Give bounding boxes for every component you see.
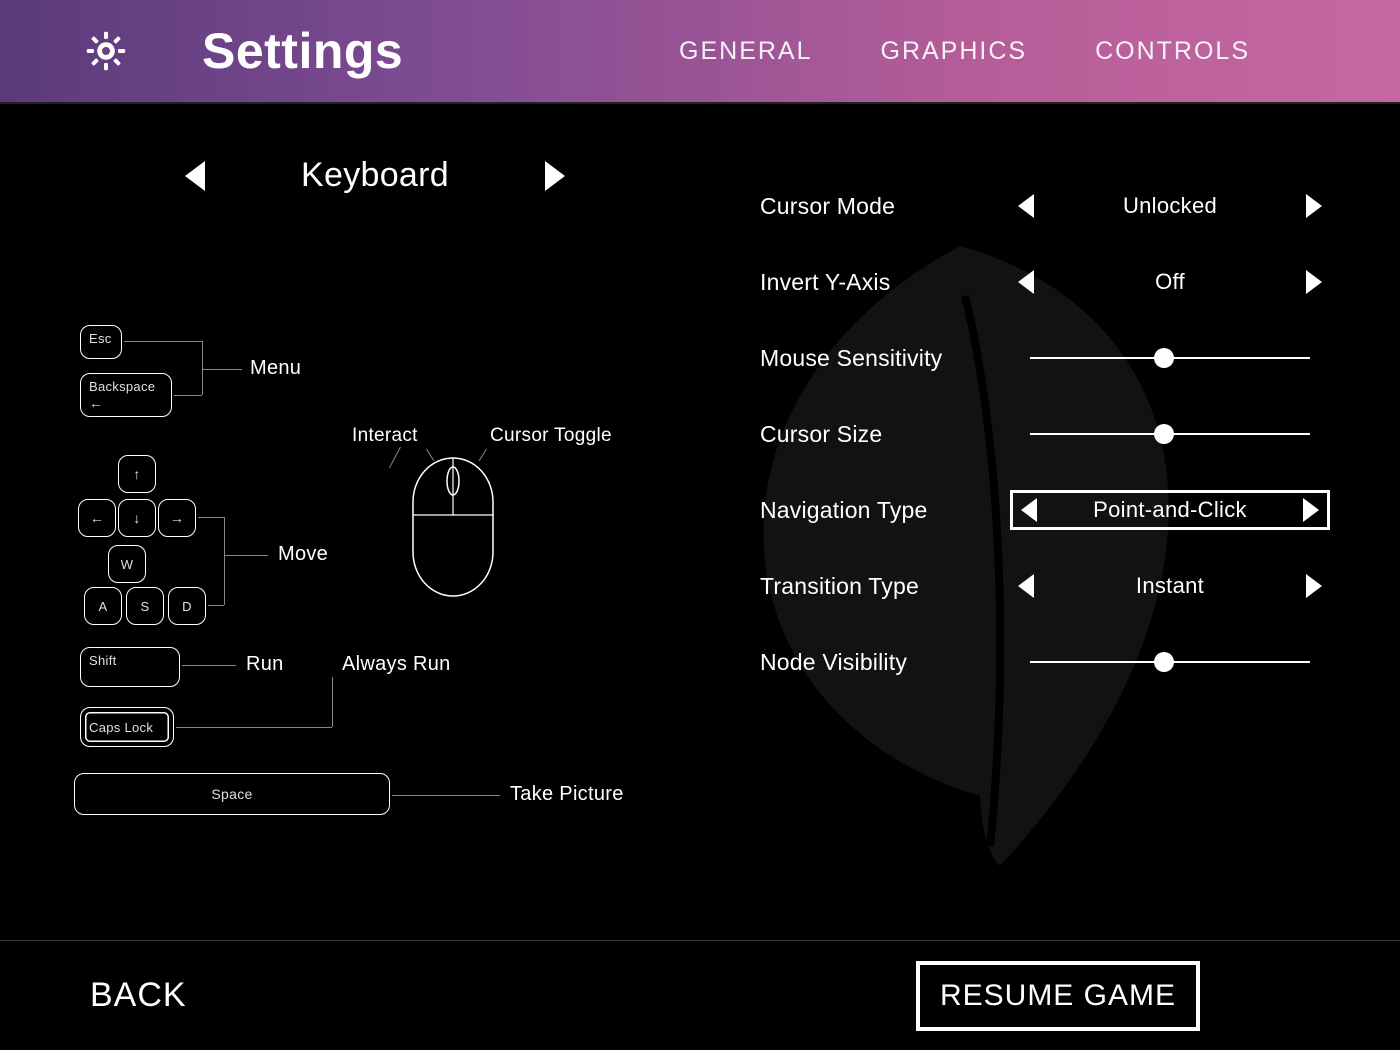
row-transition: Transition Type Instant [760,548,1330,624]
transition-next-icon[interactable] [1306,574,1322,598]
nav-type-value: Point-and-Click [1041,497,1299,523]
cursor-mode-selector[interactable]: Unlocked [1010,189,1330,223]
row-cursor-size: Cursor Size [760,396,1330,472]
key-w: W [108,545,146,583]
mouse-sens-thumb[interactable] [1154,348,1174,368]
key-esc: Esc [80,325,122,359]
nav-type-next-icon[interactable] [1303,498,1319,522]
mouse-icon [410,455,496,599]
key-a: A [84,587,122,625]
cursor-mode-prev-icon[interactable] [1018,194,1034,218]
cursor-size-slider[interactable] [1030,433,1310,435]
row-mouse-sens: Mouse Sensitivity [760,320,1330,396]
settings-list: Cursor Mode Unlocked Invert Y-Axis Off M… [760,168,1330,700]
nav-type-prev-icon[interactable] [1021,498,1037,522]
header: Settings GENERAL GRAPHICS CONTROLS [0,0,1400,104]
row-cursor-mode: Cursor Mode Unlocked [760,168,1330,244]
tab-general[interactable]: GENERAL [679,37,812,66]
key-d: D [168,587,206,625]
footer: BACK RESUME GAME [0,940,1400,1050]
key-arrow-right: → [158,499,196,537]
nav-type-selector[interactable]: Point-and-Click [1010,490,1330,530]
cursor-size-label: Cursor Size [760,421,1010,448]
action-cursortoggle-label: Cursor Toggle [490,425,612,447]
scheme-label: Keyboard [301,156,449,195]
key-backspace: Backspace ← [80,373,172,417]
invert-y-next-icon[interactable] [1306,270,1322,294]
tab-controls[interactable]: CONTROLS [1095,37,1250,66]
control-scheme-pane: Keyboard Esc Backspace ← Menu ↑ ← ↓ [70,156,660,825]
back-button[interactable]: BACK [90,976,187,1015]
scheme-next-icon[interactable] [545,161,565,191]
page-title: Settings [202,22,403,80]
key-arrow-up: ↑ [118,455,156,493]
action-menu-label: Menu [250,357,301,380]
key-backspace-label: Backspace [89,379,155,394]
key-arrow-down: ↓ [118,499,156,537]
tab-graphics[interactable]: GRAPHICS [881,37,1028,66]
row-invert-y: Invert Y-Axis Off [760,244,1330,320]
key-space: Space [74,773,390,815]
node-vis-slider[interactable] [1030,661,1310,663]
action-run-label: Run [246,653,284,676]
nav-type-label: Navigation Type [760,497,1010,524]
mouse-sens-slider[interactable] [1030,357,1310,359]
main-content: Keyboard Esc Backspace ← Menu ↑ ← ↓ [0,106,1400,940]
node-vis-thumb[interactable] [1154,652,1174,672]
node-vis-label: Node Visibility [760,649,1010,676]
header-tabs: GENERAL GRAPHICS CONTROLS [679,37,1250,66]
invert-y-selector[interactable]: Off [1010,265,1330,299]
keyboard-diagram: Esc Backspace ← Menu ↑ ← ↓ → W A S D [70,255,660,825]
transition-prev-icon[interactable] [1018,574,1034,598]
mouse-sens-label: Mouse Sensitivity [760,345,1010,372]
settings-gear-icon [86,31,126,71]
cursor-mode-value: Unlocked [1038,193,1302,219]
key-arrow-left: ← [78,499,116,537]
invert-y-value: Off [1038,269,1302,295]
scheme-selector: Keyboard [150,156,600,195]
invert-y-label: Invert Y-Axis [760,269,1010,296]
key-capslock: Caps Lock [80,707,174,747]
action-interact-label: Interact [352,425,418,447]
transition-label: Transition Type [760,573,1010,600]
scheme-prev-icon[interactable] [185,161,205,191]
action-takepicture-label: Take Picture [510,783,624,806]
cursor-mode-label: Cursor Mode [760,193,1010,220]
cursor-size-thumb[interactable] [1154,424,1174,444]
cursor-mode-next-icon[interactable] [1306,194,1322,218]
key-shift: Shift [80,647,180,687]
row-node-vis: Node Visibility [760,624,1330,700]
action-alwaysrun-label: Always Run [342,653,451,676]
resume-button[interactable]: RESUME GAME [916,961,1200,1031]
row-nav-type: Navigation Type Point-and-Click [760,472,1330,548]
transition-selector[interactable]: Instant [1010,569,1330,603]
transition-value: Instant [1038,573,1302,599]
key-s: S [126,587,164,625]
invert-y-prev-icon[interactable] [1018,270,1034,294]
action-move-label: Move [278,543,328,566]
